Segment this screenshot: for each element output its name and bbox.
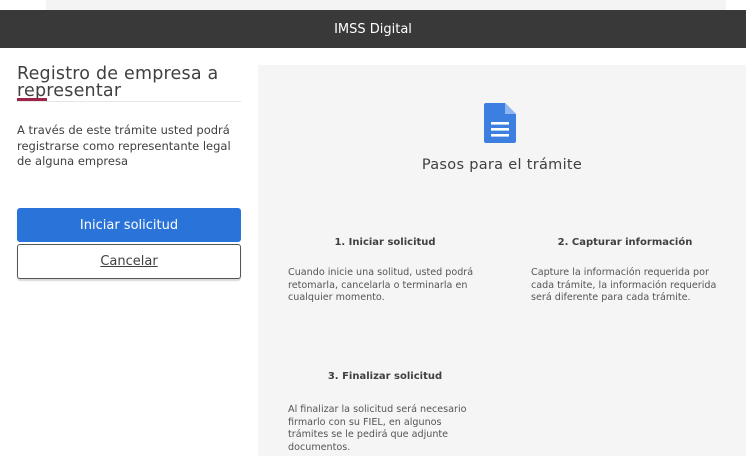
cancel-button[interactable]: Cancelar (17, 244, 241, 279)
app-header: IMSS Digital (0, 10, 746, 48)
start-request-button[interactable]: Iniciar solicitud (17, 208, 241, 242)
steps-heading: Pasos para el trámite (421, 157, 583, 173)
top-strip (0, 0, 746, 10)
app-title: IMSS Digital (334, 21, 412, 37)
page-title: Registro de empresa a representar (17, 64, 219, 101)
step-2-title: 2. Capturar información (557, 237, 693, 248)
top-strip-inner (46, 0, 726, 10)
step-3-text: Al finalizar la solicitud será necesario… (288, 404, 467, 453)
procedure-description: A través de este trámite usted podrá reg… (17, 123, 231, 168)
step-2-text: Capture la información requerida por cad… (531, 267, 717, 303)
title-divider (17, 101, 241, 102)
document-icon (484, 103, 516, 143)
step-1-text: Cuando inicie una solitud, usted podrá r… (288, 267, 474, 303)
step-1-title: 1. Iniciar solicitud (334, 237, 436, 248)
step-3-title: 3. Finalizar solicitud (327, 371, 443, 382)
